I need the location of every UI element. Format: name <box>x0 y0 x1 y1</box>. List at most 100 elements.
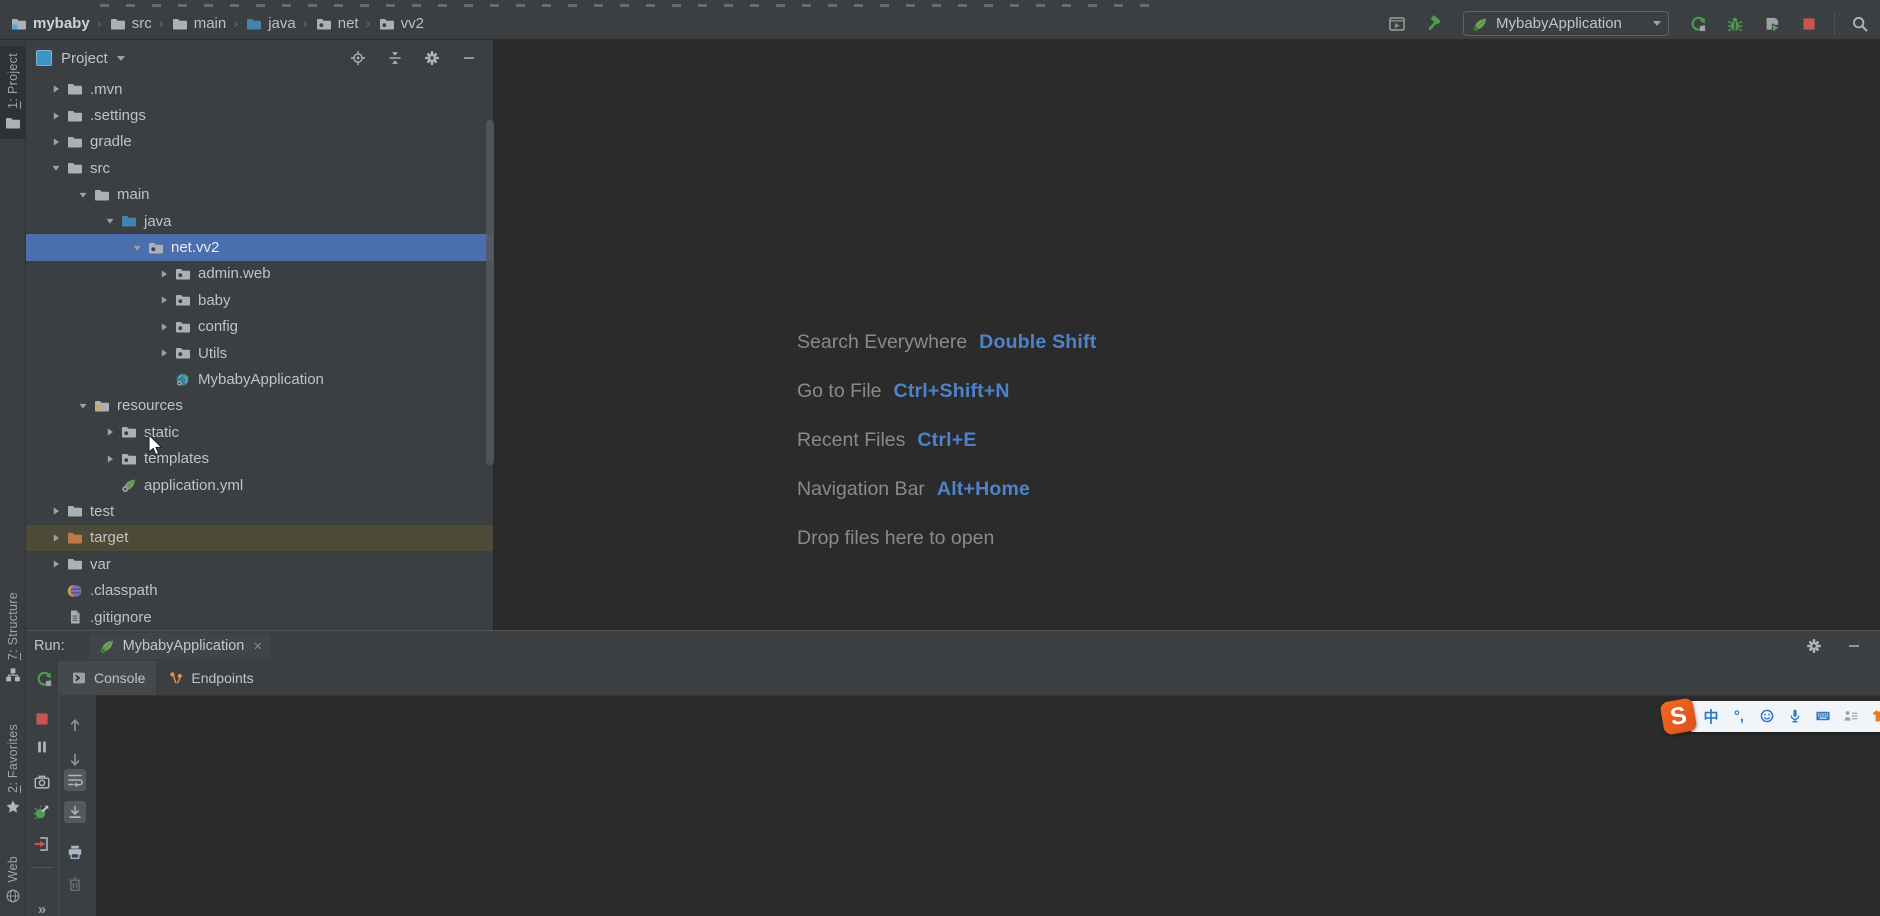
rerun-button[interactable] <box>33 668 55 690</box>
toggle-collapsed-icon[interactable] <box>46 82 66 96</box>
soft-keyboard-button[interactable] <box>1811 704 1835 728</box>
toggle-collapsed-icon[interactable] <box>154 346 174 360</box>
chinese-mode-button[interactable]: 中 <box>1699 704 1723 728</box>
toggle-collapsed-icon[interactable] <box>46 531 66 545</box>
toggle-collapsed-icon[interactable] <box>154 267 174 281</box>
tree-item-templates[interactable]: templates <box>26 445 493 471</box>
print-button[interactable] <box>64 841 86 863</box>
thread-dump-button[interactable] <box>31 771 53 793</box>
hint-go-to-file: Go to FileCtrl+Shift+N <box>797 380 1010 403</box>
debug-button[interactable] <box>1723 12 1747 36</box>
stripe-button-1-project[interactable]: 1: Project <box>0 46 26 139</box>
tree-item-mybabyapplication[interactable]: MybabyApplication <box>26 366 493 392</box>
toggle-expanded-icon[interactable] <box>46 161 66 175</box>
toggle-collapsed-icon[interactable] <box>100 425 120 439</box>
project-panel-title[interactable]: Project <box>61 50 108 67</box>
next-occurrence-button[interactable] <box>64 749 86 771</box>
soft-wrap-button[interactable] <box>64 769 86 791</box>
tree-item-settings[interactable]: .settings <box>26 102 493 128</box>
tree-item-test[interactable]: test <box>26 498 493 524</box>
breadcrumb-item-main[interactable]: main <box>171 15 227 33</box>
toggle-collapsed-icon[interactable] <box>46 135 66 149</box>
tree-item-label: src <box>90 160 110 177</box>
settings-button[interactable] <box>420 46 444 70</box>
hint-shortcut[interactable]: Ctrl+Shift+N <box>894 380 1010 403</box>
toggle-collapsed-icon[interactable] <box>154 320 174 334</box>
sogou-logo[interactable]: S <box>1659 697 1697 735</box>
tree-item-main[interactable]: main <box>26 182 493 208</box>
search-everywhere-button[interactable] <box>1848 12 1872 36</box>
build-hammer-button[interactable] <box>1422 12 1446 36</box>
breadcrumb-item-vv2[interactable]: vv2 <box>378 15 424 33</box>
toggle-collapsed-icon[interactable] <box>100 452 120 466</box>
toggle-expanded-icon[interactable] <box>127 241 147 255</box>
attach-debugger-button[interactable] <box>31 801 53 823</box>
toggle-expanded-icon[interactable] <box>100 214 120 228</box>
console-output[interactable] <box>96 695 1880 916</box>
tree-item-gitignore[interactable]: .gitignore <box>26 604 493 630</box>
run-config-select[interactable]: MybabyApplication <box>1463 11 1669 36</box>
stop-button[interactable] <box>31 708 53 730</box>
tree-item-var[interactable]: var <box>26 551 493 577</box>
tree-item-src[interactable]: src <box>26 155 493 181</box>
run-config-tab[interactable]: MybabyApplication × <box>89 633 271 659</box>
scrollbar-thumb[interactable] <box>486 120 494 465</box>
hint-shortcut[interactable]: Double Shift <box>979 331 1096 354</box>
scroll-to-end-button[interactable] <box>64 801 86 823</box>
breadcrumb-item-mybaby[interactable]: mybaby <box>10 15 90 33</box>
breadcrumb-item-java[interactable]: java <box>245 15 296 33</box>
stripe-button-2-favorites[interactable]: 2: Favorites <box>0 717 26 823</box>
exit-button[interactable] <box>31 833 53 855</box>
punctuation-button[interactable]: °, <box>1727 704 1751 728</box>
tree-item-application-yml[interactable]: application.yml <box>26 472 493 498</box>
hide-panel-button[interactable] <box>457 46 481 70</box>
skin-button[interactable] <box>1867 704 1880 728</box>
handwriting-button[interactable] <box>1839 704 1863 728</box>
toggle-collapsed-icon[interactable] <box>154 293 174 307</box>
prev-occurrence-button[interactable] <box>64 714 86 736</box>
hint-recent-files: Recent FilesCtrl+E <box>797 429 977 452</box>
tab-console[interactable]: Console <box>59 661 156 695</box>
hint-shortcut[interactable]: Ctrl+E <box>917 429 976 452</box>
rerun-button[interactable] <box>1686 12 1710 36</box>
breadcrumb-item-net[interactable]: net <box>315 15 359 33</box>
collapse-all-button[interactable] <box>383 46 407 70</box>
stripe-button-7-structure[interactable]: 7: Structure <box>0 585 26 690</box>
hide-panel-button[interactable] <box>1842 634 1866 658</box>
tab-endpoints[interactable]: Endpoints <box>156 661 264 695</box>
chevron-down-icon[interactable] <box>117 56 125 61</box>
tree-item-net-vv2[interactable]: net.vv2 <box>26 234 493 260</box>
tree-item-static[interactable]: static <box>26 419 493 445</box>
locate-file-button[interactable] <box>346 46 370 70</box>
tree-item-java[interactable]: java <box>26 208 493 234</box>
breadcrumb-item-src[interactable]: src <box>109 15 152 33</box>
tree-item-mvn[interactable]: .mvn <box>26 76 493 102</box>
tree-item-utils[interactable]: Utils <box>26 340 493 366</box>
tree-item-gradle[interactable]: gradle <box>26 129 493 155</box>
tree-item-admin-web[interactable]: admin.web <box>26 261 493 287</box>
stop-button[interactable] <box>1797 12 1821 36</box>
stripe-button-web[interactable]: Web <box>0 849 26 912</box>
tree-item-resources[interactable]: resources <box>26 393 493 419</box>
package-icon <box>174 291 192 309</box>
close-icon[interactable]: × <box>251 638 262 655</box>
keyboard-icon <box>1814 707 1832 725</box>
more-button[interactable]: » <box>31 898 53 916</box>
toggle-collapsed-icon[interactable] <box>46 557 66 571</box>
toggle-expanded-icon[interactable] <box>73 188 93 202</box>
run-window-button[interactable] <box>1385 12 1409 36</box>
clear-all-button[interactable] <box>64 873 86 895</box>
emoji-button[interactable] <box>1755 704 1779 728</box>
tree-item-target[interactable]: target <box>26 525 493 551</box>
profiler-button[interactable] <box>1760 12 1784 36</box>
toggle-collapsed-icon[interactable] <box>46 504 66 518</box>
settings-button[interactable] <box>1802 634 1826 658</box>
toggle-expanded-icon[interactable] <box>73 399 93 413</box>
voice-input-button[interactable] <box>1783 704 1807 728</box>
toggle-collapsed-icon[interactable] <box>46 109 66 123</box>
pause-output-button[interactable] <box>31 736 53 758</box>
tree-item-config[interactable]: config <box>26 314 493 340</box>
tree-item-classpath[interactable]: .classpath <box>26 577 493 603</box>
hint-shortcut[interactable]: Alt+Home <box>937 478 1030 501</box>
tree-item-baby[interactable]: baby <box>26 287 493 313</box>
